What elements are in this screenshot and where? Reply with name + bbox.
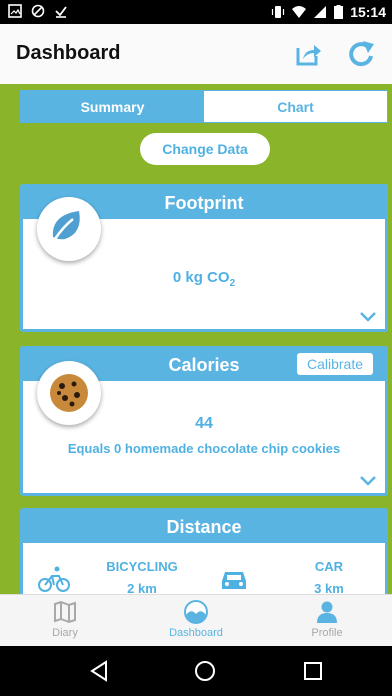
bicycling-value: 2 km	[127, 581, 157, 594]
distance-row: BICYCLING 2 km CAR 3 km	[23, 549, 385, 594]
distance-card[interactable]: Distance BICYCLING 2 km CAR 3 km	[20, 508, 388, 594]
person-icon	[317, 601, 337, 623]
car-icon	[222, 572, 246, 589]
tab-dashboard-label: Dashboard	[169, 627, 223, 639]
refresh-icon[interactable]	[346, 38, 378, 70]
dashboard-icon	[184, 600, 208, 624]
no-disturb-icon	[31, 4, 45, 18]
chevron-down-icon[interactable]	[359, 311, 377, 323]
bicycle-icon	[38, 566, 70, 592]
download-check-icon	[55, 6, 67, 18]
wifi-icon	[292, 6, 307, 18]
page-title: Dashboard	[16, 42, 121, 64]
app-bar: Dashboard	[0, 24, 392, 85]
tab-summary[interactable]: Summary	[21, 91, 204, 122]
tab-chart[interactable]: Chart	[204, 91, 387, 122]
tab-dashboard[interactable]: Dashboard	[131, 595, 261, 647]
calories-card[interactable]: Calories Calibrate 44 Equals 0 homemade …	[20, 346, 388, 496]
leaf-avatar	[37, 197, 101, 261]
map-icon	[54, 600, 76, 624]
bicycling-label: BICYCLING	[106, 559, 178, 574]
back-icon[interactable]	[86, 658, 112, 684]
co2-subscript: 2	[229, 278, 236, 289]
car-value: 3 km	[314, 581, 344, 594]
tab-diary-label: Diary	[52, 627, 78, 639]
dashboard-content: Summary Chart Change Data Footprint 0 kg…	[0, 84, 392, 594]
footprint-card[interactable]: Footprint 0 kg CO2	[20, 184, 388, 332]
system-nav-bar	[0, 646, 392, 696]
calories-value: 44	[195, 415, 213, 432]
calories-equals: Equals 0 homemade chocolate chip cookies	[67, 441, 341, 456]
footprint-value: 0 kg CO2	[23, 269, 385, 289]
vibrate-icon	[272, 6, 285, 18]
bottom-tab-bar: Diary Dashboard Profile	[0, 594, 392, 647]
view-toggle: Summary Chart	[20, 90, 388, 123]
leaf-icon	[38, 198, 100, 260]
distance-title: Distance	[23, 511, 385, 543]
share-icon[interactable]	[292, 38, 324, 70]
tab-profile-label: Profile	[311, 627, 343, 639]
image-icon	[8, 4, 22, 18]
calibrate-button[interactable]: Calibrate	[296, 353, 373, 375]
footprint-value-number: 0 kg CO	[172, 269, 230, 286]
clock: 15:14	[350, 4, 386, 20]
home-icon[interactable]	[192, 658, 218, 684]
battery-icon	[334, 5, 344, 19]
change-data-button[interactable]: Change Data	[140, 133, 270, 165]
signal-icon	[314, 6, 327, 18]
tab-diary[interactable]: Diary	[0, 595, 130, 647]
car-label: CAR	[314, 559, 344, 574]
status-bar: 15:14	[0, 0, 392, 24]
tab-profile[interactable]: Profile	[262, 595, 392, 647]
chevron-down-icon[interactable]	[359, 475, 377, 487]
recents-icon[interactable]	[300, 658, 326, 684]
